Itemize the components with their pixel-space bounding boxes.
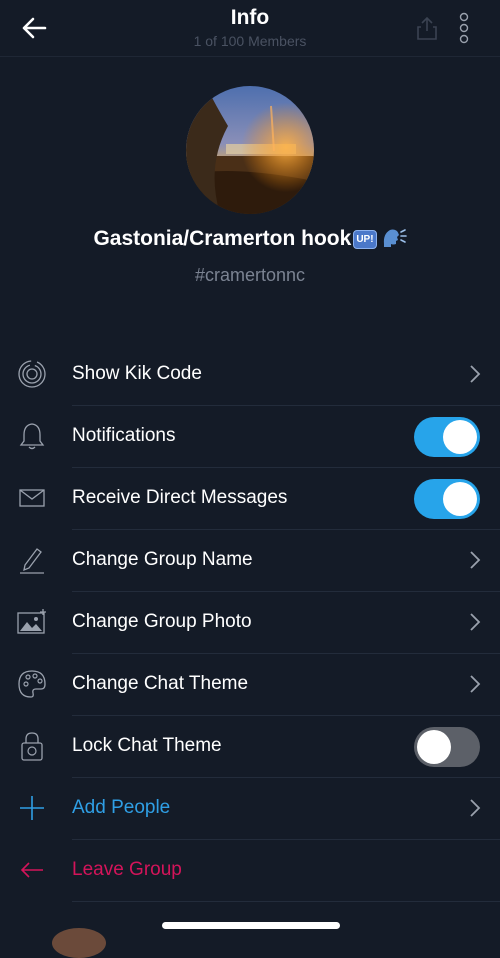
lock-chat-theme-toggle[interactable] (414, 727, 480, 767)
toggle-knob (417, 730, 451, 764)
leave-arrow-icon (16, 854, 48, 886)
lock-chat-theme-row: Lock Chat Theme (21, 716, 500, 778)
lock-chat-theme-label: Lock Chat Theme (72, 735, 222, 756)
direct-messages-row: Receive Direct Messages (19, 468, 500, 530)
more-options-button[interactable] (452, 12, 476, 44)
change-group-photo-row[interactable]: Change Group Photo (17, 592, 500, 654)
toggle-knob (443, 420, 477, 454)
settings-menu: Show Kik Code Notifications Receive Dire… (0, 344, 500, 902)
share-button[interactable] (414, 15, 440, 41)
lock-palette-icon (16, 730, 48, 762)
change-chat-theme-label: Change Chat Theme (72, 673, 249, 694)
toggle-knob (443, 482, 477, 516)
chevron-right-icon (470, 365, 481, 383)
group-photo-image (186, 86, 314, 214)
envelope-icon (16, 482, 48, 514)
chevron-right-icon (470, 675, 481, 693)
chevron-right-icon (470, 613, 481, 631)
pencil-icon (16, 544, 48, 576)
add-people-label: Add People (72, 797, 171, 818)
home-indicator[interactable] (162, 922, 340, 929)
change-group-name-row[interactable]: Change Group Name (20, 530, 500, 592)
change-group-name-label: Change Group Name (72, 549, 253, 570)
plus-icon (16, 792, 48, 824)
direct-messages-label: Receive Direct Messages (72, 487, 288, 508)
show-kik-code-label: Show Kik Code (72, 363, 202, 384)
leave-group-row[interactable]: Leave Group (20, 840, 500, 902)
notifications-toggle[interactable] (414, 417, 480, 457)
show-kik-code-row[interactable]: Show Kik Code (18, 344, 500, 406)
chevron-right-icon (470, 551, 481, 569)
direct-messages-toggle[interactable] (414, 479, 480, 519)
leave-group-label: Leave Group (72, 859, 182, 880)
add-people-row[interactable]: Add People (20, 778, 500, 840)
member-avatar[interactable] (52, 928, 106, 958)
header-bar: Info 1 of 100 Members (0, 0, 500, 57)
share-icon (417, 16, 437, 40)
speaking-head-icon (381, 226, 407, 254)
group-name: Gastonia/Cramerton hook UP! (0, 226, 500, 254)
up-badge: UP! (353, 230, 377, 249)
notifications-row: Notifications (19, 406, 500, 468)
chevron-right-icon (470, 799, 481, 817)
notifications-label: Notifications (72, 425, 176, 446)
group-avatar[interactable] (186, 86, 314, 214)
group-handle: #cramertonnc (194, 265, 306, 285)
photo-icon (16, 606, 48, 638)
change-group-photo-label: Change Group Photo (72, 611, 252, 632)
group-name-text: Gastonia/Cramerton hook (93, 227, 352, 250)
more-vertical-icon (459, 12, 469, 44)
change-chat-theme-row[interactable]: Change Chat Theme (18, 654, 500, 716)
kik-code-icon (16, 358, 48, 390)
palette-icon (16, 668, 48, 700)
bell-icon (16, 420, 48, 452)
